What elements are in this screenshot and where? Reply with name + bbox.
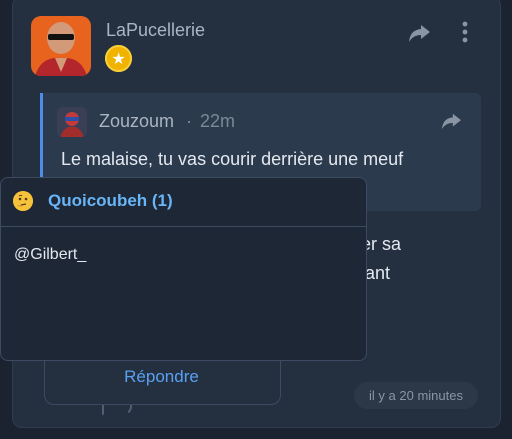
star-icon: ★ [111, 51, 126, 68]
meta-separator: · [186, 111, 192, 131]
quoted-text-line1: Le malaise, tu vas courir derrière une m… [61, 149, 404, 169]
timestamp-text: il y a 20 minutes [369, 388, 463, 403]
popup-header: Quoicoubeh (1) [1, 178, 366, 227]
author-name[interactable]: LaPucellerie [106, 20, 205, 41]
author-avatar[interactable] [31, 16, 91, 76]
quoted-author-avatar[interactable] [57, 107, 87, 137]
timestamp-badge: il y a 20 minutes [354, 382, 478, 409]
more-options-icon[interactable] [458, 20, 472, 44]
reactor-username[interactable]: @Gilbert_ [14, 246, 86, 264]
quoted-author-name[interactable]: Zouzoum [99, 111, 174, 132]
quote-share-icon[interactable] [440, 111, 462, 131]
quoted-time: 22m [200, 111, 236, 131]
share-icon[interactable] [407, 22, 431, 44]
popup-title: Quoicoubeh (1) [48, 191, 173, 210]
rank-badge: ★ [105, 45, 132, 72]
reaction-popup: Quoicoubeh (1) @Gilbert_ [0, 177, 367, 361]
reply-button[interactable]: Répondre [44, 367, 279, 387]
thinking-face-icon [13, 191, 33, 211]
